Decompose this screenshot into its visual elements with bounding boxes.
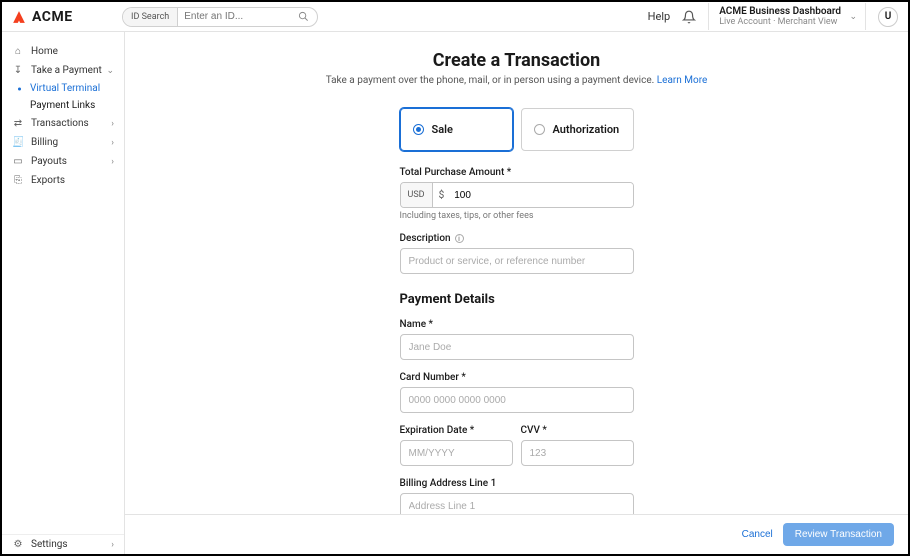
sidebar-item-billing[interactable]: 🧾 Billing › xyxy=(2,133,124,152)
page-title: Create a Transaction xyxy=(145,50,888,71)
amount-label: Total Purchase Amount * xyxy=(400,167,634,178)
billing-icon: 🧾 xyxy=(12,137,24,148)
account-title: ACME Business Dashboard xyxy=(719,6,841,17)
account-switcher[interactable]: ACME Business Dashboard Live Account · M… xyxy=(708,3,866,30)
sidebar-item-label: Home xyxy=(31,46,58,57)
info-icon[interactable]: i xyxy=(455,234,464,243)
expiration-input[interactable] xyxy=(400,440,513,466)
chevron-right-icon: › xyxy=(111,119,114,129)
avatar[interactable]: U xyxy=(878,7,898,27)
expiration-label: Expiration Date * xyxy=(400,425,513,436)
learn-more-link[interactable]: Learn More xyxy=(657,75,708,86)
radio-icon xyxy=(413,124,424,135)
notifications-icon[interactable] xyxy=(682,10,696,24)
cvv-input[interactable] xyxy=(521,440,634,466)
name-input[interactable] xyxy=(400,334,634,360)
description-input[interactable] xyxy=(400,248,634,274)
currency-symbol: $ xyxy=(433,183,451,207)
card-label: Card Number * xyxy=(400,372,634,383)
amount-hint: Including taxes, tips, or other fees xyxy=(400,211,634,221)
sidebar-item-label: Billing xyxy=(31,137,58,148)
card-number-input[interactable] xyxy=(400,387,634,413)
name-label: Name * xyxy=(400,319,634,330)
review-transaction-button[interactable]: Review Transaction xyxy=(783,523,894,546)
help-link[interactable]: Help xyxy=(648,10,671,23)
gear-icon: ⚙ xyxy=(12,539,24,550)
sidebar-item-take-payment[interactable]: ↧ Take a Payment ⌄ xyxy=(2,61,124,80)
sidebar-subitem-virtual-terminal[interactable]: Virtual Terminal xyxy=(2,80,124,97)
brand-logo[interactable]: ACME xyxy=(12,9,112,25)
description-label: Description i xyxy=(400,233,634,244)
chevron-right-icon: › xyxy=(111,138,114,148)
currency-selector[interactable]: USD xyxy=(401,183,433,207)
search-input[interactable] xyxy=(178,8,298,26)
sidebar-item-label: Payouts xyxy=(31,156,67,167)
option-authorization[interactable]: Authorization xyxy=(521,108,634,151)
sidebar-item-label: Take a Payment xyxy=(31,65,102,76)
payment-details-heading: Payment Details xyxy=(400,292,634,307)
radio-icon xyxy=(534,124,545,135)
payment-icon: ↧ xyxy=(12,65,24,76)
amount-input-group[interactable]: USD $ xyxy=(400,182,634,208)
sidebar-item-transactions[interactable]: ⇄ Transactions › xyxy=(2,114,124,133)
option-label: Sale xyxy=(432,123,453,136)
sidebar-item-exports[interactable]: ⎘ Exports xyxy=(2,171,124,190)
option-sale[interactable]: Sale xyxy=(400,108,513,151)
transactions-icon: ⇄ xyxy=(12,118,24,129)
cancel-button[interactable]: Cancel xyxy=(742,529,773,540)
amount-input[interactable] xyxy=(450,183,632,207)
sidebar-item-label: Exports xyxy=(31,175,65,186)
sidebar-item-settings[interactable]: ⚙ Settings › xyxy=(2,535,124,554)
option-label: Authorization xyxy=(553,123,620,136)
addr1-label: Billing Address Line 1 xyxy=(400,478,634,489)
search-icon[interactable] xyxy=(298,11,317,22)
search-label: ID Search xyxy=(123,8,178,26)
cvv-label: CVV * xyxy=(521,425,634,436)
sidebar-item-home[interactable]: ⌂ Home xyxy=(2,42,124,61)
home-icon: ⌂ xyxy=(12,46,24,57)
chevron-down-icon: ⌄ xyxy=(106,66,114,76)
exports-icon: ⎘ xyxy=(12,175,24,186)
id-search[interactable]: ID Search xyxy=(122,7,318,27)
sidebar-item-label: Settings xyxy=(31,539,68,550)
chevron-right-icon: › xyxy=(111,540,114,550)
payouts-icon: ▭ xyxy=(12,156,24,167)
chevron-right-icon: › xyxy=(111,157,114,167)
sidebar-item-label: Transactions xyxy=(31,118,89,129)
page-subtitle: Take a payment over the phone, mail, or … xyxy=(145,75,888,86)
account-subtitle: Live Account · Merchant View xyxy=(719,17,841,27)
chevron-down-icon: ⌄ xyxy=(849,12,857,22)
sidebar-subitem-payment-links[interactable]: Payment Links xyxy=(2,97,124,114)
brand-text: ACME xyxy=(32,9,73,25)
logo-mark-icon xyxy=(12,10,26,24)
sidebar-item-payouts[interactable]: ▭ Payouts › xyxy=(2,152,124,171)
